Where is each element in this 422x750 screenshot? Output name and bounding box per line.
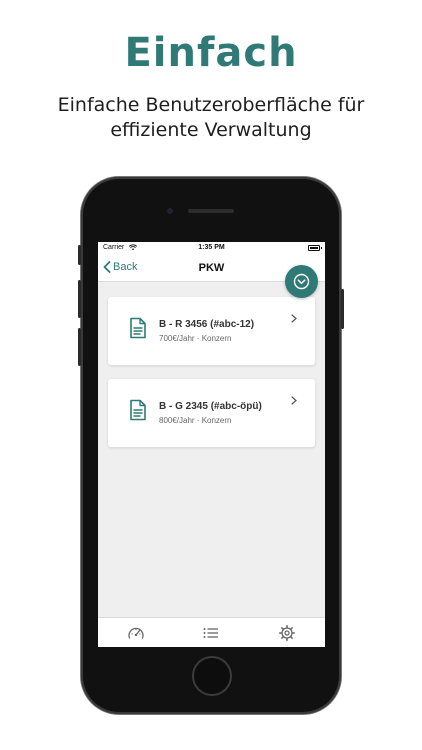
phone-frame: Carrier 1:35 PM Back PKW B - R 3456 (#ab… bbox=[78, 177, 344, 714]
earpiece-speaker bbox=[188, 209, 234, 213]
document-icon bbox=[130, 399, 146, 421]
tab-settings[interactable] bbox=[267, 618, 307, 648]
promo-subline: Einfache Benutzeroberfläche für effizien… bbox=[57, 94, 365, 141]
status-time: 1:35 PM bbox=[198, 244, 225, 251]
tab-list[interactable] bbox=[191, 618, 231, 648]
battery-icon bbox=[308, 245, 322, 251]
vehicle-card[interactable]: B - R 3456 (#abc-12) 700€/Jahr · Konzern bbox=[108, 297, 315, 365]
tab-bar bbox=[98, 617, 325, 647]
volume-down-button bbox=[78, 328, 81, 366]
tab-dashboard[interactable] bbox=[116, 618, 156, 648]
document-icon bbox=[130, 317, 146, 339]
front-camera bbox=[167, 208, 173, 214]
home-button[interactable] bbox=[192, 656, 232, 696]
power-button bbox=[341, 289, 344, 329]
speedometer-icon bbox=[128, 627, 144, 639]
vehicle-details: 700€/Jahr · Konzern bbox=[159, 334, 232, 343]
phone-screen: Carrier 1:35 PM Back PKW B - R 3456 (#ab… bbox=[98, 242, 325, 647]
promo-headline: Einfach bbox=[124, 30, 298, 76]
vehicle-card[interactable]: B - G 2345 (#abc-öpü) 800€/Jahr · Konzer… bbox=[108, 379, 315, 447]
gear-icon bbox=[279, 624, 296, 641]
vehicle-plate: B - R 3456 (#abc-12) bbox=[159, 319, 255, 330]
volume-up-button bbox=[78, 280, 81, 318]
mute-switch bbox=[78, 245, 81, 265]
expand-menu-button[interactable] bbox=[285, 265, 318, 298]
back-label: Back bbox=[113, 261, 138, 273]
list-icon bbox=[203, 627, 219, 638]
chevron-down-circle-icon bbox=[293, 273, 310, 290]
chevron-left-icon bbox=[103, 261, 111, 273]
chevron-right-icon bbox=[291, 396, 297, 405]
status-bar: Carrier 1:35 PM bbox=[98, 242, 325, 254]
back-button[interactable]: Back bbox=[103, 261, 137, 273]
vehicle-plate: B - G 2345 (#abc-öpü) bbox=[159, 401, 262, 412]
chevron-right-icon bbox=[291, 314, 297, 323]
vehicle-details: 800€/Jahr · Konzern bbox=[159, 416, 232, 425]
